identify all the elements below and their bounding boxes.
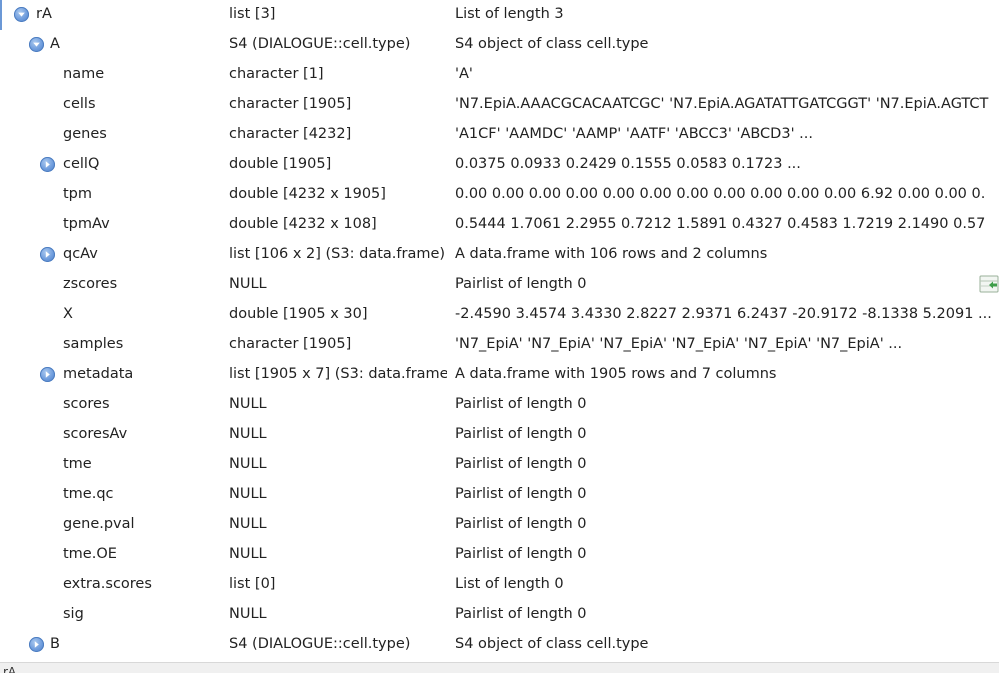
tree-row-rA[interactable]: rA list [3] List of length 3 xyxy=(0,0,999,30)
row-name: samples xyxy=(63,336,124,352)
row-type: list [106 x 2] (S3: data.frame) xyxy=(229,246,446,262)
row-type: double [1905 x 30] xyxy=(229,306,368,322)
row-name: cells xyxy=(63,96,96,112)
tree-row-X[interactable]: X double [1905 x 30] -2.4590 3.4574 3.43… xyxy=(0,300,999,330)
row-value: Pairlist of length 0 xyxy=(455,426,587,442)
row-value: A data.frame with 1905 rows and 7 column… xyxy=(455,366,777,382)
tree-row-B[interactable]: B S4 (DIALOGUE::cell.type) S4 object of … xyxy=(0,630,999,660)
tree-row-cellQ[interactable]: cellQ double [1905] 0.0375 0.0933 0.2429… xyxy=(0,150,999,180)
row-name: qcAv xyxy=(63,246,98,262)
tree-row-cells[interactable]: cells character [1905] 'N7.EpiA.AAACGCAC… xyxy=(0,90,999,120)
row-type: S4 (DIALOGUE::cell.type) xyxy=(229,36,411,52)
row-value: Pairlist of length 0 xyxy=(455,486,587,502)
row-type: character [1] xyxy=(229,66,324,82)
tree-row-A[interactable]: A S4 (DIALOGUE::cell.type) S4 object of … xyxy=(0,30,999,60)
row-name: B xyxy=(50,636,60,652)
row-value: 'A' xyxy=(455,66,473,82)
open-data-viewer-icon[interactable] xyxy=(979,274,999,296)
row-value: List of length 0 xyxy=(455,576,564,592)
row-type: double [4232 x 108] xyxy=(229,216,377,232)
row-name: tme.OE xyxy=(63,546,117,562)
row-type: NULL xyxy=(229,606,267,622)
row-value: 0.5444 1.7061 2.2955 0.7212 1.5891 0.432… xyxy=(455,216,986,232)
row-name: cellQ xyxy=(63,156,100,172)
collapsed-toggle-icon[interactable] xyxy=(40,247,55,262)
row-value: Pairlist of length 0 xyxy=(455,276,587,292)
row-name: tpmAv xyxy=(63,216,110,232)
row-name: tpm xyxy=(63,186,93,202)
row-name: tme.qc xyxy=(63,486,114,502)
tree-row-gene-pval[interactable]: gene.pval NULL Pairlist of length 0 xyxy=(0,510,999,540)
row-name: rA xyxy=(36,6,52,22)
row-value: Pairlist of length 0 xyxy=(455,396,587,412)
row-value: A data.frame with 106 rows and 2 columns xyxy=(455,246,768,262)
row-type: list [1905 x 7] (S3: data.frame) xyxy=(229,366,447,382)
collapsed-toggle-icon[interactable] xyxy=(40,367,55,382)
row-value: List of length 3 xyxy=(455,6,564,22)
collapsed-toggle-icon[interactable] xyxy=(29,637,44,652)
row-value: S4 object of class cell.type xyxy=(455,36,649,52)
row-type: double [4232 x 1905] xyxy=(229,186,386,202)
row-name: genes xyxy=(63,126,107,142)
row-type: NULL xyxy=(229,426,267,442)
row-name: scoresAv xyxy=(63,426,128,442)
tree-row-tme[interactable]: tme NULL Pairlist of length 0 xyxy=(0,450,999,480)
tree-row-samples[interactable]: samples character [1905] 'N7_EpiA' 'N7_E… xyxy=(0,330,999,360)
row-name: name xyxy=(63,66,105,82)
row-type: list [0] xyxy=(229,576,276,592)
tree-row-zscores[interactable]: zscores NULL Pairlist of length 0 xyxy=(0,270,999,300)
row-type: NULL xyxy=(229,486,267,502)
row-type: NULL xyxy=(229,546,267,562)
tree-row-qcAv[interactable]: qcAv list [106 x 2] (S3: data.frame) A d… xyxy=(0,240,999,270)
row-value: 'A1CF' 'AAMDC' 'AAMP' 'AATF' 'ABCC3' 'AB… xyxy=(455,126,813,142)
row-name: tme xyxy=(63,456,92,472)
expanded-toggle-icon[interactable] xyxy=(14,7,29,22)
row-name: A xyxy=(50,36,60,52)
row-value: Pairlist of length 0 xyxy=(455,516,587,532)
status-label: rA xyxy=(3,665,17,673)
tree-row-tme-OE[interactable]: tme.OE NULL Pairlist of length 0 xyxy=(0,540,999,570)
row-value: S4 object of class cell.type xyxy=(455,636,649,652)
row-value: -2.4590 3.4574 3.4330 2.8227 2.9371 6.24… xyxy=(455,306,992,322)
tree-row-extra-scores[interactable]: extra.scores list [0] List of length 0 xyxy=(0,570,999,600)
row-type: double [1905] xyxy=(229,156,332,172)
tree-row-scores[interactable]: scores NULL Pairlist of length 0 xyxy=(0,390,999,420)
row-name: metadata xyxy=(63,366,134,382)
row-name: zscores xyxy=(63,276,118,292)
tree-row-metadata[interactable]: metadata list [1905 x 7] (S3: data.frame… xyxy=(0,360,999,390)
row-type: character [1905] xyxy=(229,96,352,112)
row-name: gene.pval xyxy=(63,516,135,532)
row-value: Pairlist of length 0 xyxy=(455,546,587,562)
row-name: sig xyxy=(63,606,84,622)
row-name: X xyxy=(63,306,73,322)
row-value: Pairlist of length 0 xyxy=(455,606,587,622)
row-type: NULL xyxy=(229,456,267,472)
tree-row-scoresAv[interactable]: scoresAv NULL Pairlist of length 0 xyxy=(0,420,999,450)
row-type: character [4232] xyxy=(229,126,352,142)
tree-row-tme-qc[interactable]: tme.qc NULL Pairlist of length 0 xyxy=(0,480,999,510)
row-value: 0.00 0.00 0.00 0.00 0.00 0.00 0.00 0.00 … xyxy=(455,186,986,202)
tree-row-sig[interactable]: sig NULL Pairlist of length 0 xyxy=(0,600,999,630)
row-type: list [3] xyxy=(229,6,276,22)
status-bar: rA xyxy=(0,662,999,673)
row-name: extra.scores xyxy=(63,576,152,592)
row-type: S4 (DIALOGUE::cell.type) xyxy=(229,636,411,652)
tree-row-genes[interactable]: genes character [4232] 'A1CF' 'AAMDC' 'A… xyxy=(0,120,999,150)
tree-row-tpm[interactable]: tpm double [4232 x 1905] 0.00 0.00 0.00 … xyxy=(0,180,999,210)
row-value: Pairlist of length 0 xyxy=(455,456,587,472)
row-type: character [1905] xyxy=(229,336,352,352)
row-type: NULL xyxy=(229,276,267,292)
tree-row-tpmAv[interactable]: tpmAv double [4232 x 108] 0.5444 1.7061 … xyxy=(0,210,999,240)
row-type: NULL xyxy=(229,396,267,412)
collapsed-toggle-icon[interactable] xyxy=(40,157,55,172)
object-explorer: rA list [3] List of length 3 A S4 (DIALO… xyxy=(0,0,999,662)
row-value: 'N7.EpiA.AAACGCACAATCGC' 'N7.EpiA.AGATAT… xyxy=(455,96,989,112)
row-type: NULL xyxy=(229,516,267,532)
tree-row-name[interactable]: name character [1] 'A' xyxy=(0,60,999,90)
row-value: 0.0375 0.0933 0.2429 0.1555 0.0583 0.172… xyxy=(455,156,801,172)
row-value: 'N7_EpiA' 'N7_EpiA' 'N7_EpiA' 'N7_EpiA' … xyxy=(455,336,903,352)
expanded-toggle-icon[interactable] xyxy=(29,37,44,52)
row-name: scores xyxy=(63,396,110,412)
